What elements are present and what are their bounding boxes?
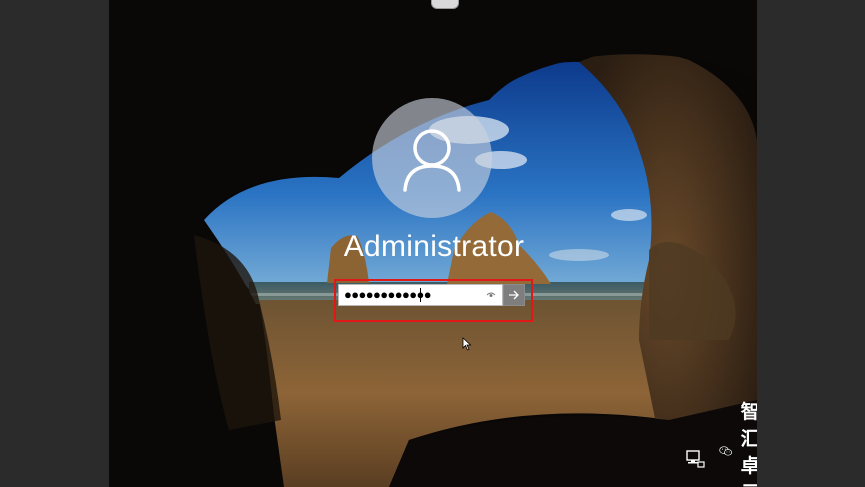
network-icon[interactable] (684, 449, 706, 469)
username-label: Administrator (343, 230, 525, 263)
wechat-icon (719, 446, 733, 456)
eye-icon[interactable] (486, 290, 496, 300)
password-field[interactable]: ●●●●●●●●●●●● (338, 284, 503, 306)
top-pull-tab[interactable] (431, 0, 459, 9)
user-avatar (372, 98, 492, 218)
right-letterbox (757, 0, 865, 487)
watermark: 智汇卓云 (719, 401, 757, 487)
lock-screen: Administrator ●●●●●●●●●●●● 智汇卓云 (109, 0, 757, 487)
user-silhouette-icon (403, 129, 461, 192)
text-caret (420, 288, 421, 302)
watermark-text: 智汇卓云 (740, 401, 757, 487)
left-letterbox (0, 0, 109, 487)
submit-button[interactable] (503, 284, 525, 306)
mouse-cursor-icon (462, 337, 472, 351)
password-masked-value: ●●●●●●●●●●●● (344, 287, 432, 302)
arrow-right-icon (509, 290, 519, 300)
